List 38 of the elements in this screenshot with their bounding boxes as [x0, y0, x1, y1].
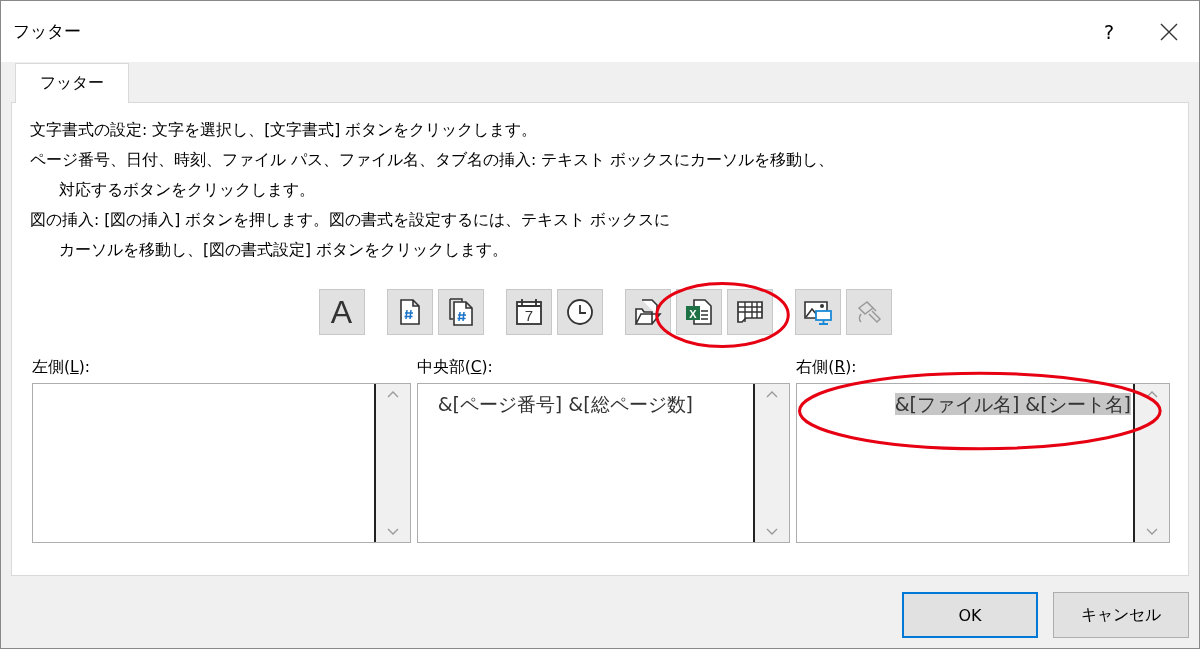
scroll-down-icon[interactable] — [1146, 528, 1158, 536]
page-number-button[interactable] — [386, 289, 433, 335]
page-count-button[interactable] — [437, 289, 484, 335]
table-grid-icon — [735, 300, 764, 324]
dialog-button[interactable]: OK — [902, 592, 1038, 638]
scroll-down-icon[interactable] — [766, 528, 779, 536]
instruction-text: ページ番号、日付、時刻、ファイル パス、ファイル名、タブ名の挿入: テキスト ボックスにカーソルを移動し、 — [30, 150, 835, 171]
file-path-button[interactable] — [624, 289, 671, 335]
font-button[interactable]: A — [318, 289, 365, 335]
section-label: 左側(L): — [32, 357, 91, 378]
picture-button[interactable] — [794, 289, 841, 335]
dialog-button[interactable]: キャンセル — [1053, 592, 1189, 638]
page-number-icon — [398, 299, 421, 325]
section-label: 右側(R): — [796, 357, 858, 378]
scroll-down-icon[interactable] — [386, 528, 399, 536]
picture-monitor-icon — [802, 298, 833, 326]
help-button[interactable]: ? — [1079, 20, 1139, 43]
scroll-up-icon[interactable] — [766, 390, 779, 398]
time-button[interactable] — [556, 289, 603, 335]
instruction-text: 対応するボタンをクリックします。 — [58, 180, 316, 201]
instruction-text: 文字書式の設定: 文字を選択し、[文字書式] ボタンをクリックします。 — [30, 120, 539, 141]
clock-icon — [565, 298, 594, 326]
instruction-text: 図の挿入: [図の挿入] ボタンを押します。図の書式を設定するには、テキスト ボックスに — [30, 210, 672, 231]
date-button[interactable]: 7 — [505, 289, 552, 335]
text-area[interactable] — [32, 383, 411, 543]
folder-icon — [633, 298, 662, 326]
window-title: フッター — [13, 20, 82, 43]
text-area[interactable]: &[ページ番号] &[総ページ数] — [416, 383, 791, 543]
tab[interactable]: フッター — [15, 63, 129, 103]
sheet-name-button[interactable] — [726, 289, 773, 335]
section-label: 中央部(C): — [416, 357, 494, 378]
calendar-icon: 7 — [514, 298, 543, 326]
text-area[interactable]: &[ファイル名] &[シート名] — [796, 383, 1170, 543]
scroll-up-icon[interactable] — [1146, 390, 1158, 398]
pages-number-icon — [447, 298, 474, 326]
file-name-button[interactable]: X — [675, 289, 722, 335]
scroll-up-icon[interactable] — [386, 390, 399, 398]
instruction-text: カーソルを移動し、[図の書式設定] ボタンをクリックします。 — [58, 240, 510, 261]
